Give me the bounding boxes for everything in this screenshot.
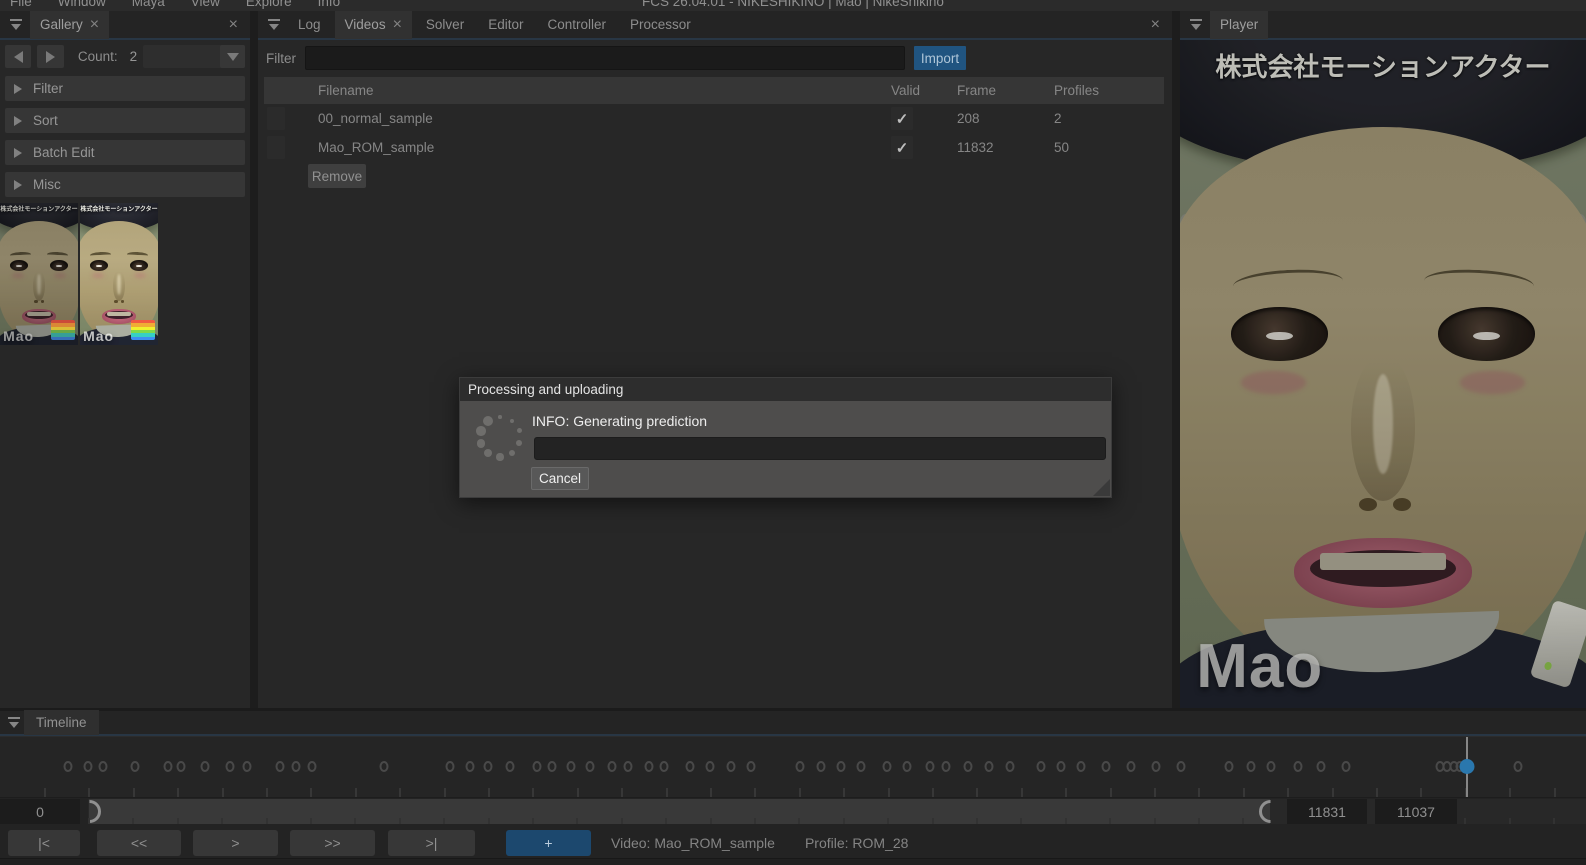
dialog-body: INFO: Generating prediction Cancel xyxy=(460,401,1111,497)
dialog-message: INFO: Generating prediction xyxy=(532,413,707,429)
resize-grip[interactable] xyxy=(1093,479,1110,496)
application-window: File Window Maya View Explore Info FCS 2… xyxy=(0,0,1586,865)
progress-bar xyxy=(534,437,1106,460)
cancel-button[interactable]: Cancel xyxy=(531,467,589,490)
progress-dialog: Processing and uploading INFO: Generatin… xyxy=(459,377,1112,498)
dialog-title: Processing and uploading xyxy=(460,378,1111,401)
spinner-icon xyxy=(472,409,532,469)
